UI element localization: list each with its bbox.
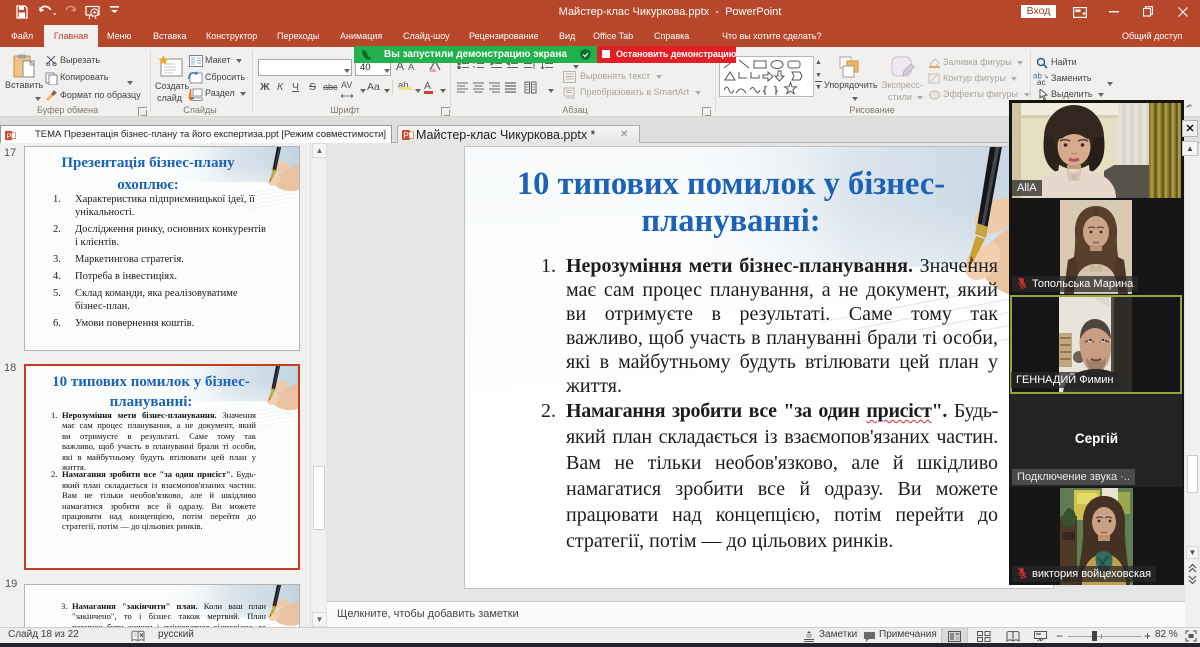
svg-text:}: } — [774, 85, 778, 95]
svg-text:{: { — [763, 85, 767, 95]
svg-text:ac: ac — [1037, 78, 1045, 86]
svg-text:P: P — [6, 131, 11, 140]
svg-text:P: P — [404, 131, 409, 140]
